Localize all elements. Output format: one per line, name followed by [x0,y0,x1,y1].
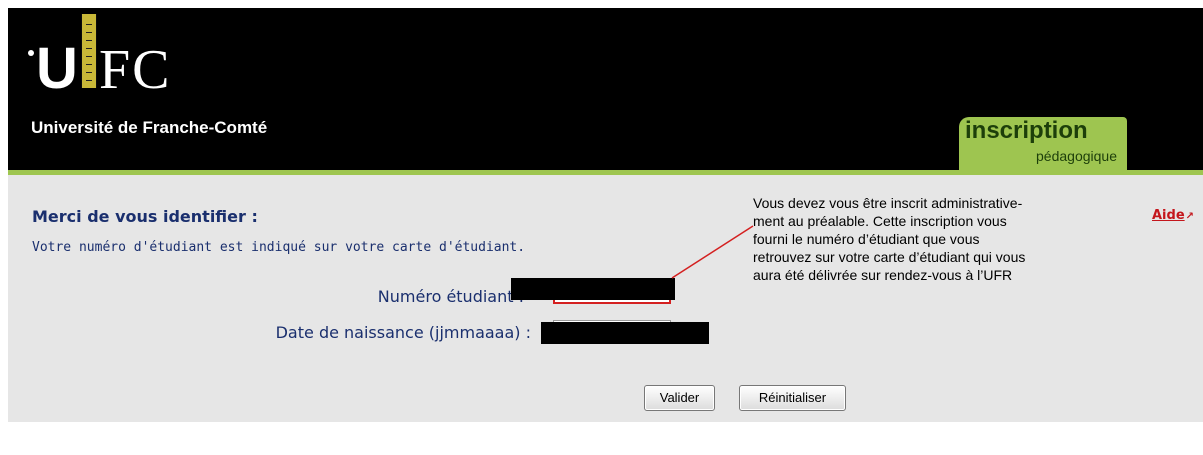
help-link[interactable]: Aide↗ [1152,208,1194,223]
annotation-line: Vous devez vous être inscrit administrat… [753,195,1023,211]
tab-title: inscription [965,117,1088,144]
help-link-label: Aide [1152,208,1185,223]
annotation-callout: Vous devez vous être inscrit administrat… [753,194,1113,284]
reset-button[interactable]: Réinitialiser [739,385,846,411]
logo-ruler-bar [81,14,97,88]
annotation-line: fourni le numéro d’étudiant que vous [753,231,980,247]
app-window: U FC Université de Franche-Comté inscrip… [0,0,1203,455]
form-hint: Votre numéro d'étudiant est indiqué sur … [32,240,526,255]
external-arrow-icon: ↗ [1185,211,1195,222]
form-title: Merci de vous identifier : [32,207,258,226]
redaction-box [511,278,675,300]
birth-date-label: Date de naissance (jjmmaaaa) : [275,323,531,342]
annotation-line: ment au préalable. Cette inscription vou… [753,213,1007,229]
inscription-tab: inscription pédagogique [959,117,1127,171]
logo-letter-u: U [36,36,78,101]
university-name: Université de Franche-Comté [31,118,268,137]
redaction-box [541,322,709,344]
logo-letters-fc: FC [99,39,172,101]
tab-subtitle: pédagogique [1036,148,1117,164]
annotation-line: retrouvez sur votre carte d’étudiant qui… [753,249,1026,265]
validate-button[interactable]: Valider [644,385,715,411]
logo-dot [28,50,34,56]
student-number-label: Numéro étudiant : [377,287,524,306]
ufc-logo: U FC [24,14,254,120]
annotation-line: aura été délivrée sur rendez-vous à l’UF… [753,267,1013,283]
